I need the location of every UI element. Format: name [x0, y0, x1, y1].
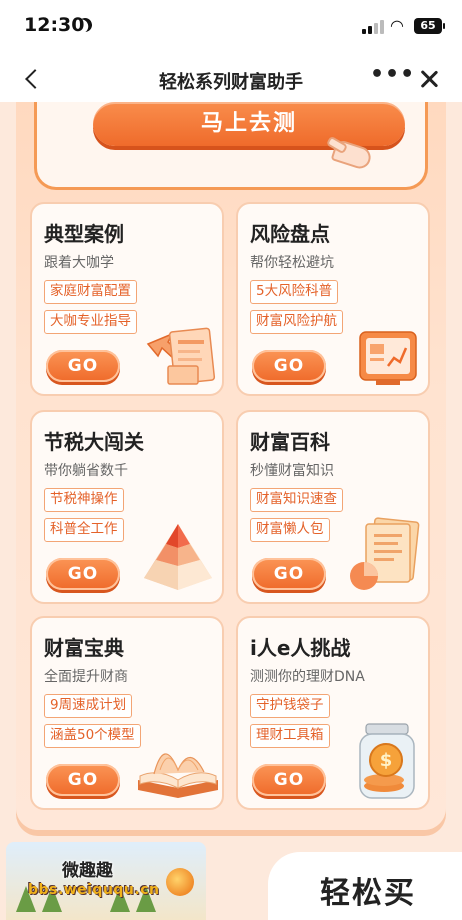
- wifi-icon: ◠: [390, 16, 404, 35]
- footer-banner: 微趣趣 bbs.weiququ.cn 轻松买: [0, 842, 462, 920]
- card-tag[interactable]: 5大风险科普: [250, 280, 339, 304]
- watermark-title: 微趣趣: [62, 861, 113, 881]
- more-icon[interactable]: •••: [370, 64, 414, 90]
- card-tag[interactable]: 涵盖50个模型: [44, 724, 141, 748]
- card-tag[interactable]: 9周速成计划: [44, 694, 133, 718]
- signal-icon: [362, 20, 384, 34]
- status-time: 12:30: [24, 14, 85, 36]
- card-subtitle: 帮你轻松避坑: [250, 255, 334, 271]
- svg-text:$: $: [380, 750, 393, 771]
- go-button[interactable]: GO: [46, 764, 120, 796]
- battery-icon: 65: [414, 18, 445, 34]
- go-button[interactable]: GO: [252, 350, 326, 382]
- watermark-scene: 微趣趣 bbs.weiququ.cn: [6, 842, 206, 920]
- card-title: 财富宝典: [44, 636, 124, 660]
- card-tag[interactable]: 财富风险护航: [250, 310, 343, 334]
- card-wealth-wiki[interactable]: 财富百科 秒懂财富知识 财富知识速查 财富懒人包 GO: [236, 410, 430, 604]
- go-button[interactable]: GO: [252, 764, 326, 796]
- card-tag[interactable]: 守护钱袋子: [250, 694, 330, 718]
- card-tax-challenge[interactable]: 节税大闯关 带你躺省数千 节税神操作 科普全工作 GO: [30, 410, 224, 604]
- card-tag[interactable]: 科普全工作: [44, 518, 124, 542]
- go-button[interactable]: GO: [46, 350, 120, 382]
- card-tag[interactable]: 理财工具箱: [250, 724, 330, 748]
- card-subtitle: 秒懂财富知识: [250, 463, 334, 479]
- card-title: i人e人挑战: [250, 636, 351, 660]
- documents-arrow-icon: [146, 327, 216, 385]
- watermark-url: bbs.weiququ.cn: [28, 882, 160, 898]
- easy-buy-title: 轻松买: [316, 868, 420, 912]
- card-subtitle: 带你躺省数千: [44, 463, 128, 479]
- card-title: 节税大闯关: [44, 430, 144, 454]
- card-typical-cases[interactable]: 典型案例 跟着大咖学 家庭财富配置 大咖专业指导 GO: [30, 202, 224, 396]
- pointing-hand-icon: [327, 140, 371, 168]
- card-tag[interactable]: 财富懒人包: [250, 518, 330, 542]
- coin-jar-icon: $: [359, 723, 415, 799]
- go-button[interactable]: GO: [252, 558, 326, 590]
- nav-bar: 轻松系列财富助手 •••: [0, 56, 462, 102]
- card-tag[interactable]: 家庭财富配置: [44, 280, 137, 304]
- card-ie-challenge[interactable]: i人e人挑战 测测你的理财DNA 守护钱袋子 理财工具箱 GO $: [236, 616, 430, 810]
- pie-chart-papers-icon: [350, 517, 420, 590]
- mascot-icon: [166, 868, 194, 896]
- card-subtitle: 测测你的理财DNA: [250, 669, 365, 685]
- card-subtitle: 跟着大咖学: [44, 255, 114, 271]
- card-tag[interactable]: 节税神操作: [44, 488, 124, 512]
- card-tag[interactable]: 大咖专业指导: [44, 310, 137, 334]
- card-risk-review[interactable]: 风险盘点 帮你轻松避坑 5大风险科普 财富风险护航 GO: [236, 202, 430, 396]
- card-title: 财富百科: [250, 430, 330, 454]
- card-title: 典型案例: [44, 222, 124, 246]
- card-wealth-handbook[interactable]: 财富宝典 全面提升财商 9周速成计划 涵盖50个模型 GO: [30, 616, 224, 810]
- open-book-icon: [138, 753, 218, 798]
- main-panel: 马上去测 典型案例 跟着大咖学 家庭财富配置 大咖专业指导 GO 风险盘点 帮你…: [16, 102, 446, 830]
- close-icon[interactable]: [416, 66, 442, 92]
- card-title: 风险盘点: [250, 222, 330, 246]
- quiz-card: 马上去测: [34, 102, 428, 190]
- card-subtitle: 全面提升财商: [44, 669, 128, 685]
- easy-buy-card[interactable]: 轻松买: [268, 852, 462, 920]
- status-bar: 12:30 ◠ 65: [0, 0, 462, 56]
- chart-board-icon: [359, 331, 417, 385]
- card-tag[interactable]: 财富知识速查: [250, 488, 343, 512]
- pyramid-icon: [144, 524, 212, 590]
- go-button[interactable]: GO: [46, 558, 120, 590]
